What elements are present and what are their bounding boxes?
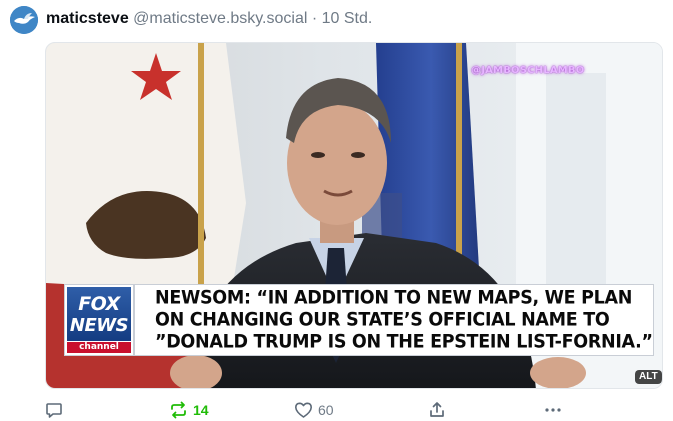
repost-count: 14	[193, 402, 209, 418]
post-header: maticsteve @maticsteve.bsky.social · 10 …	[46, 9, 372, 29]
chyron-line: ON CHANGING OUR STATE’S OFFICIAL NAME TO	[155, 309, 610, 331]
news-chyron: NEWSOM: “IN ADDITION TO NEW MAPS, WE PLA…	[134, 284, 654, 356]
chyron-line: NEWSOM: “IN ADDITION TO NEW MAPS, WE PLA…	[155, 287, 633, 309]
fox-logo-box: FOX NEWS	[67, 287, 131, 341]
timestamp[interactable]: 10 Std.	[322, 10, 373, 27]
alt-text-badge[interactable]: ALT	[635, 370, 662, 384]
chyron-line: ”DONALD TRUMP IS ON THE EPSTEIN LIST-FOR…	[155, 331, 653, 353]
repost-button[interactable]: 14	[169, 398, 209, 421]
separator: ·	[311, 10, 318, 27]
watermark: @JAMBOSCHLAMBO	[471, 65, 585, 76]
like-icon	[295, 402, 312, 418]
more-options-button[interactable]	[543, 398, 563, 421]
display-name[interactable]: maticsteve	[46, 10, 129, 27]
logo-word-fox: FOX	[78, 293, 120, 315]
logo-word-channel: channel	[67, 342, 131, 353]
avatar[interactable]	[10, 6, 38, 34]
share-icon	[430, 402, 444, 417]
more-icon	[545, 408, 561, 412]
like-count: 60	[318, 402, 334, 418]
post-image[interactable]: @JAMBOSCHLAMBO FOX NEWS channel NEWSOM: …	[45, 42, 663, 389]
post-actions: 14 60	[0, 398, 673, 421]
reply-button[interactable]	[45, 398, 68, 421]
bird-avatar-icon	[10, 6, 38, 34]
logo-word-news: NEWS	[69, 315, 129, 336]
reply-icon	[46, 403, 62, 418]
share-button[interactable]	[428, 398, 446, 421]
handle[interactable]: @maticsteve.bsky.social	[133, 10, 307, 27]
like-button[interactable]: 60	[294, 398, 334, 421]
fox-news-logo: FOX NEWS channel	[64, 284, 134, 356]
repost-icon	[171, 401, 186, 419]
post-card[interactable]: maticsteve @maticsteve.bsky.social · 10 …	[0, 0, 673, 421]
